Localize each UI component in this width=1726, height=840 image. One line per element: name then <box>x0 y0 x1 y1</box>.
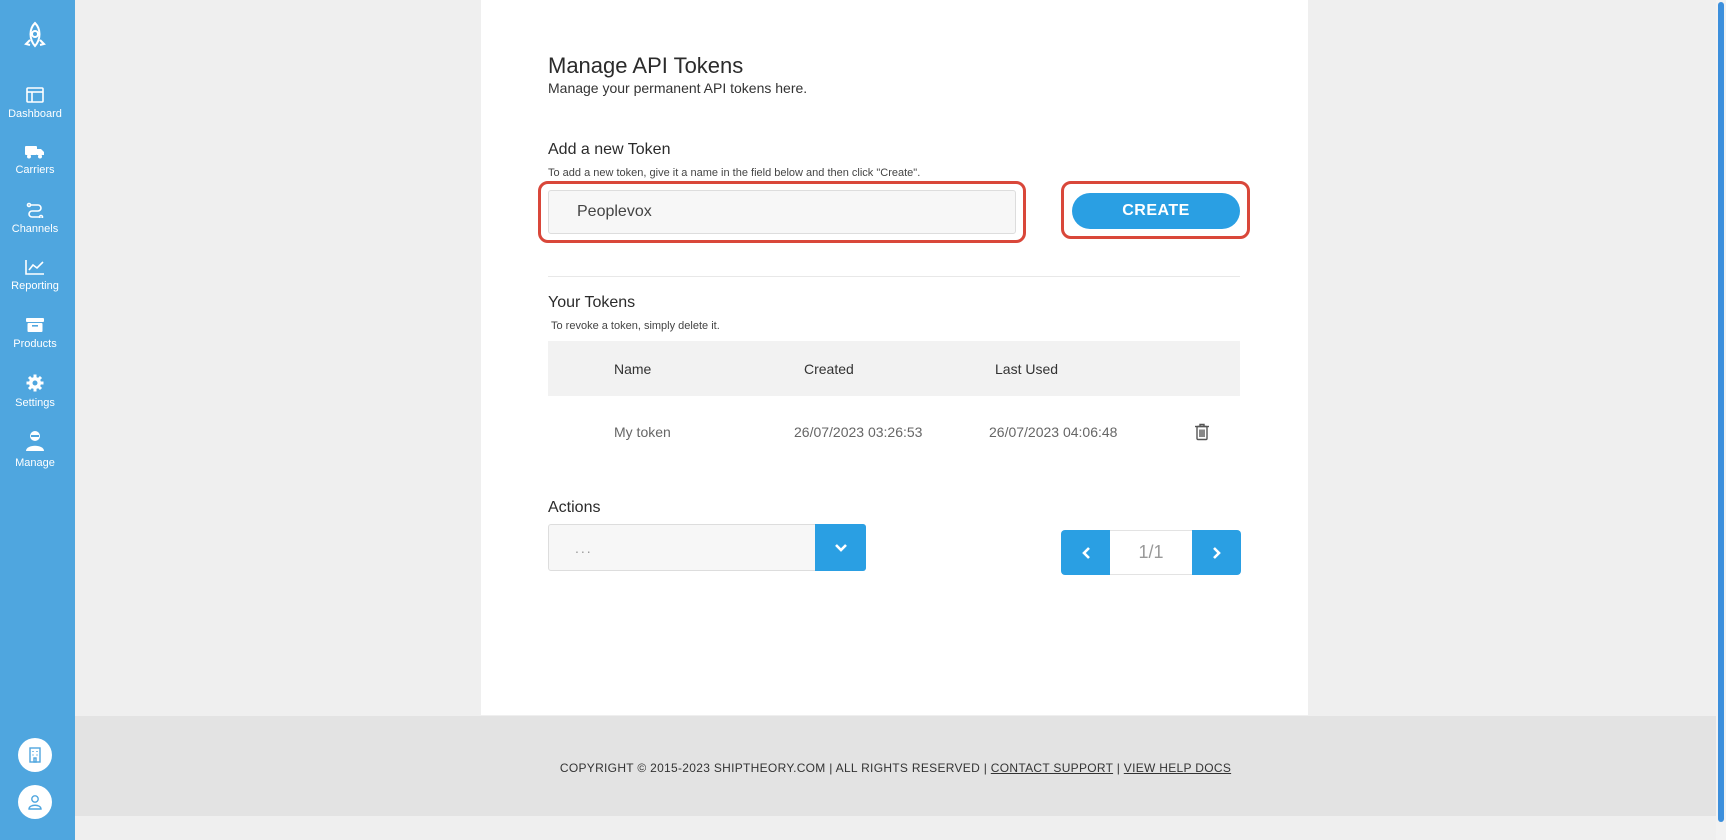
sidebar-item-channels[interactable]: Channels <box>0 202 70 236</box>
sidebar-item-label: Products <box>13 338 57 350</box>
your-tokens-heading: Your Tokens <box>548 294 636 311</box>
token-last-used-cell: 26/07/2023 04:06:48 <box>989 424 1118 440</box>
user-manage-icon <box>26 431 44 451</box>
truck-icon <box>25 146 44 159</box>
column-header-created: Created <box>804 361 854 377</box>
sidebar-item-label: Channels <box>11 223 59 235</box>
next-page-button[interactable] <box>1192 530 1241 575</box>
footer-rights: ALL RIGHTS RESERVED <box>835 761 981 775</box>
token-name-input[interactable] <box>548 190 1016 234</box>
profile-button[interactable] <box>18 785 52 819</box>
actions-dropdown-toggle[interactable] <box>815 524 866 571</box>
dashboard-icon <box>26 87 44 103</box>
token-created-cell: 26/07/2023 03:26:53 <box>794 424 923 440</box>
pagination: 1/1 <box>1061 530 1241 575</box>
sidebar-item-label: Dashboard <box>8 108 62 120</box>
user-icon <box>28 795 42 810</box>
footer-separator: | <box>829 761 833 775</box>
scrollbar-thumb[interactable] <box>1718 2 1724 822</box>
tokens-table-header: Name Created Last Used <box>548 341 1240 396</box>
actions-heading: Actions <box>548 499 601 516</box>
divider <box>548 276 1240 277</box>
your-tokens-hint: To revoke a token, simply delete it. <box>551 320 720 332</box>
sidebar: Dashboard Carriers Channels Reporting Pr… <box>0 0 75 840</box>
box-icon <box>26 318 44 332</box>
create-button-highlight: CREATE <box>1061 181 1250 239</box>
new-token-heading: Add a new Token <box>548 141 671 158</box>
new-token-hint: To add a new token, give it a name in th… <box>548 167 921 179</box>
chevron-down-icon <box>834 543 847 552</box>
rocket-logo-icon[interactable] <box>19 20 51 52</box>
sidebar-item-manage[interactable]: Manage <box>0 430 70 470</box>
page-title: Manage API Tokens <box>548 53 744 78</box>
chevron-left-icon <box>1081 546 1090 559</box>
view-help-docs-link[interactable]: VIEW HELP DOCS <box>1124 761 1231 775</box>
footer-separator: | <box>1116 761 1121 775</box>
sidebar-item-label: Carriers <box>15 164 55 176</box>
contact-support-link[interactable]: CONTACT SUPPORT <box>991 761 1113 775</box>
column-header-name: Name <box>614 361 652 377</box>
footer-separator: | <box>983 761 988 775</box>
main-card: Manage API Tokens Manage your permanent … <box>481 0 1308 715</box>
column-header-last-used: Last Used <box>995 361 1059 377</box>
previous-page-button[interactable] <box>1061 530 1110 575</box>
sidebar-item-label: Settings <box>15 397 55 409</box>
token-name-cell: My token <box>614 424 671 440</box>
delete-token-icon[interactable] <box>1194 423 1210 441</box>
sidebar-item-label: Manage <box>15 457 55 469</box>
footer-copyright: COPYRIGHT © 2015-2023 SHIPTHEORY.COM <box>559 761 826 775</box>
sidebar-item-label: Reporting <box>11 280 59 292</box>
company-button[interactable] <box>18 738 52 772</box>
page-subtitle: Manage your permanent API tokens here. <box>548 80 808 96</box>
scrollbar[interactable] <box>1716 0 1726 840</box>
table-row: My token 26/07/2023 03:26:53 26/07/2023 … <box>548 400 1240 465</box>
page-indicator: 1/1 <box>1110 530 1192 575</box>
footer: COPYRIGHT © 2015-2023 SHIPTHEORY.COM | A… <box>75 716 1716 816</box>
actions-select[interactable]: ... <box>548 524 866 571</box>
actions-selected-value: ... <box>575 540 593 556</box>
chevron-right-icon <box>1212 546 1221 559</box>
gear-icon <box>26 374 44 392</box>
footer-text: COPYRIGHT © 2015-2023 SHIPTHEORY.COM | A… <box>75 761 1716 775</box>
chart-icon <box>25 260 44 275</box>
sidebar-item-reporting[interactable]: Reporting <box>0 259 70 293</box>
sidebar-item-carriers[interactable]: Carriers <box>0 145 70 177</box>
sidebar-item-dashboard[interactable]: Dashboard <box>0 87 70 121</box>
sidebar-item-products[interactable]: Products <box>0 317 70 351</box>
building-icon <box>29 747 41 763</box>
token-input-highlight <box>538 181 1026 243</box>
create-button[interactable]: CREATE <box>1072 193 1240 229</box>
channels-icon <box>26 202 44 218</box>
sidebar-item-settings[interactable]: Settings <box>0 374 70 410</box>
